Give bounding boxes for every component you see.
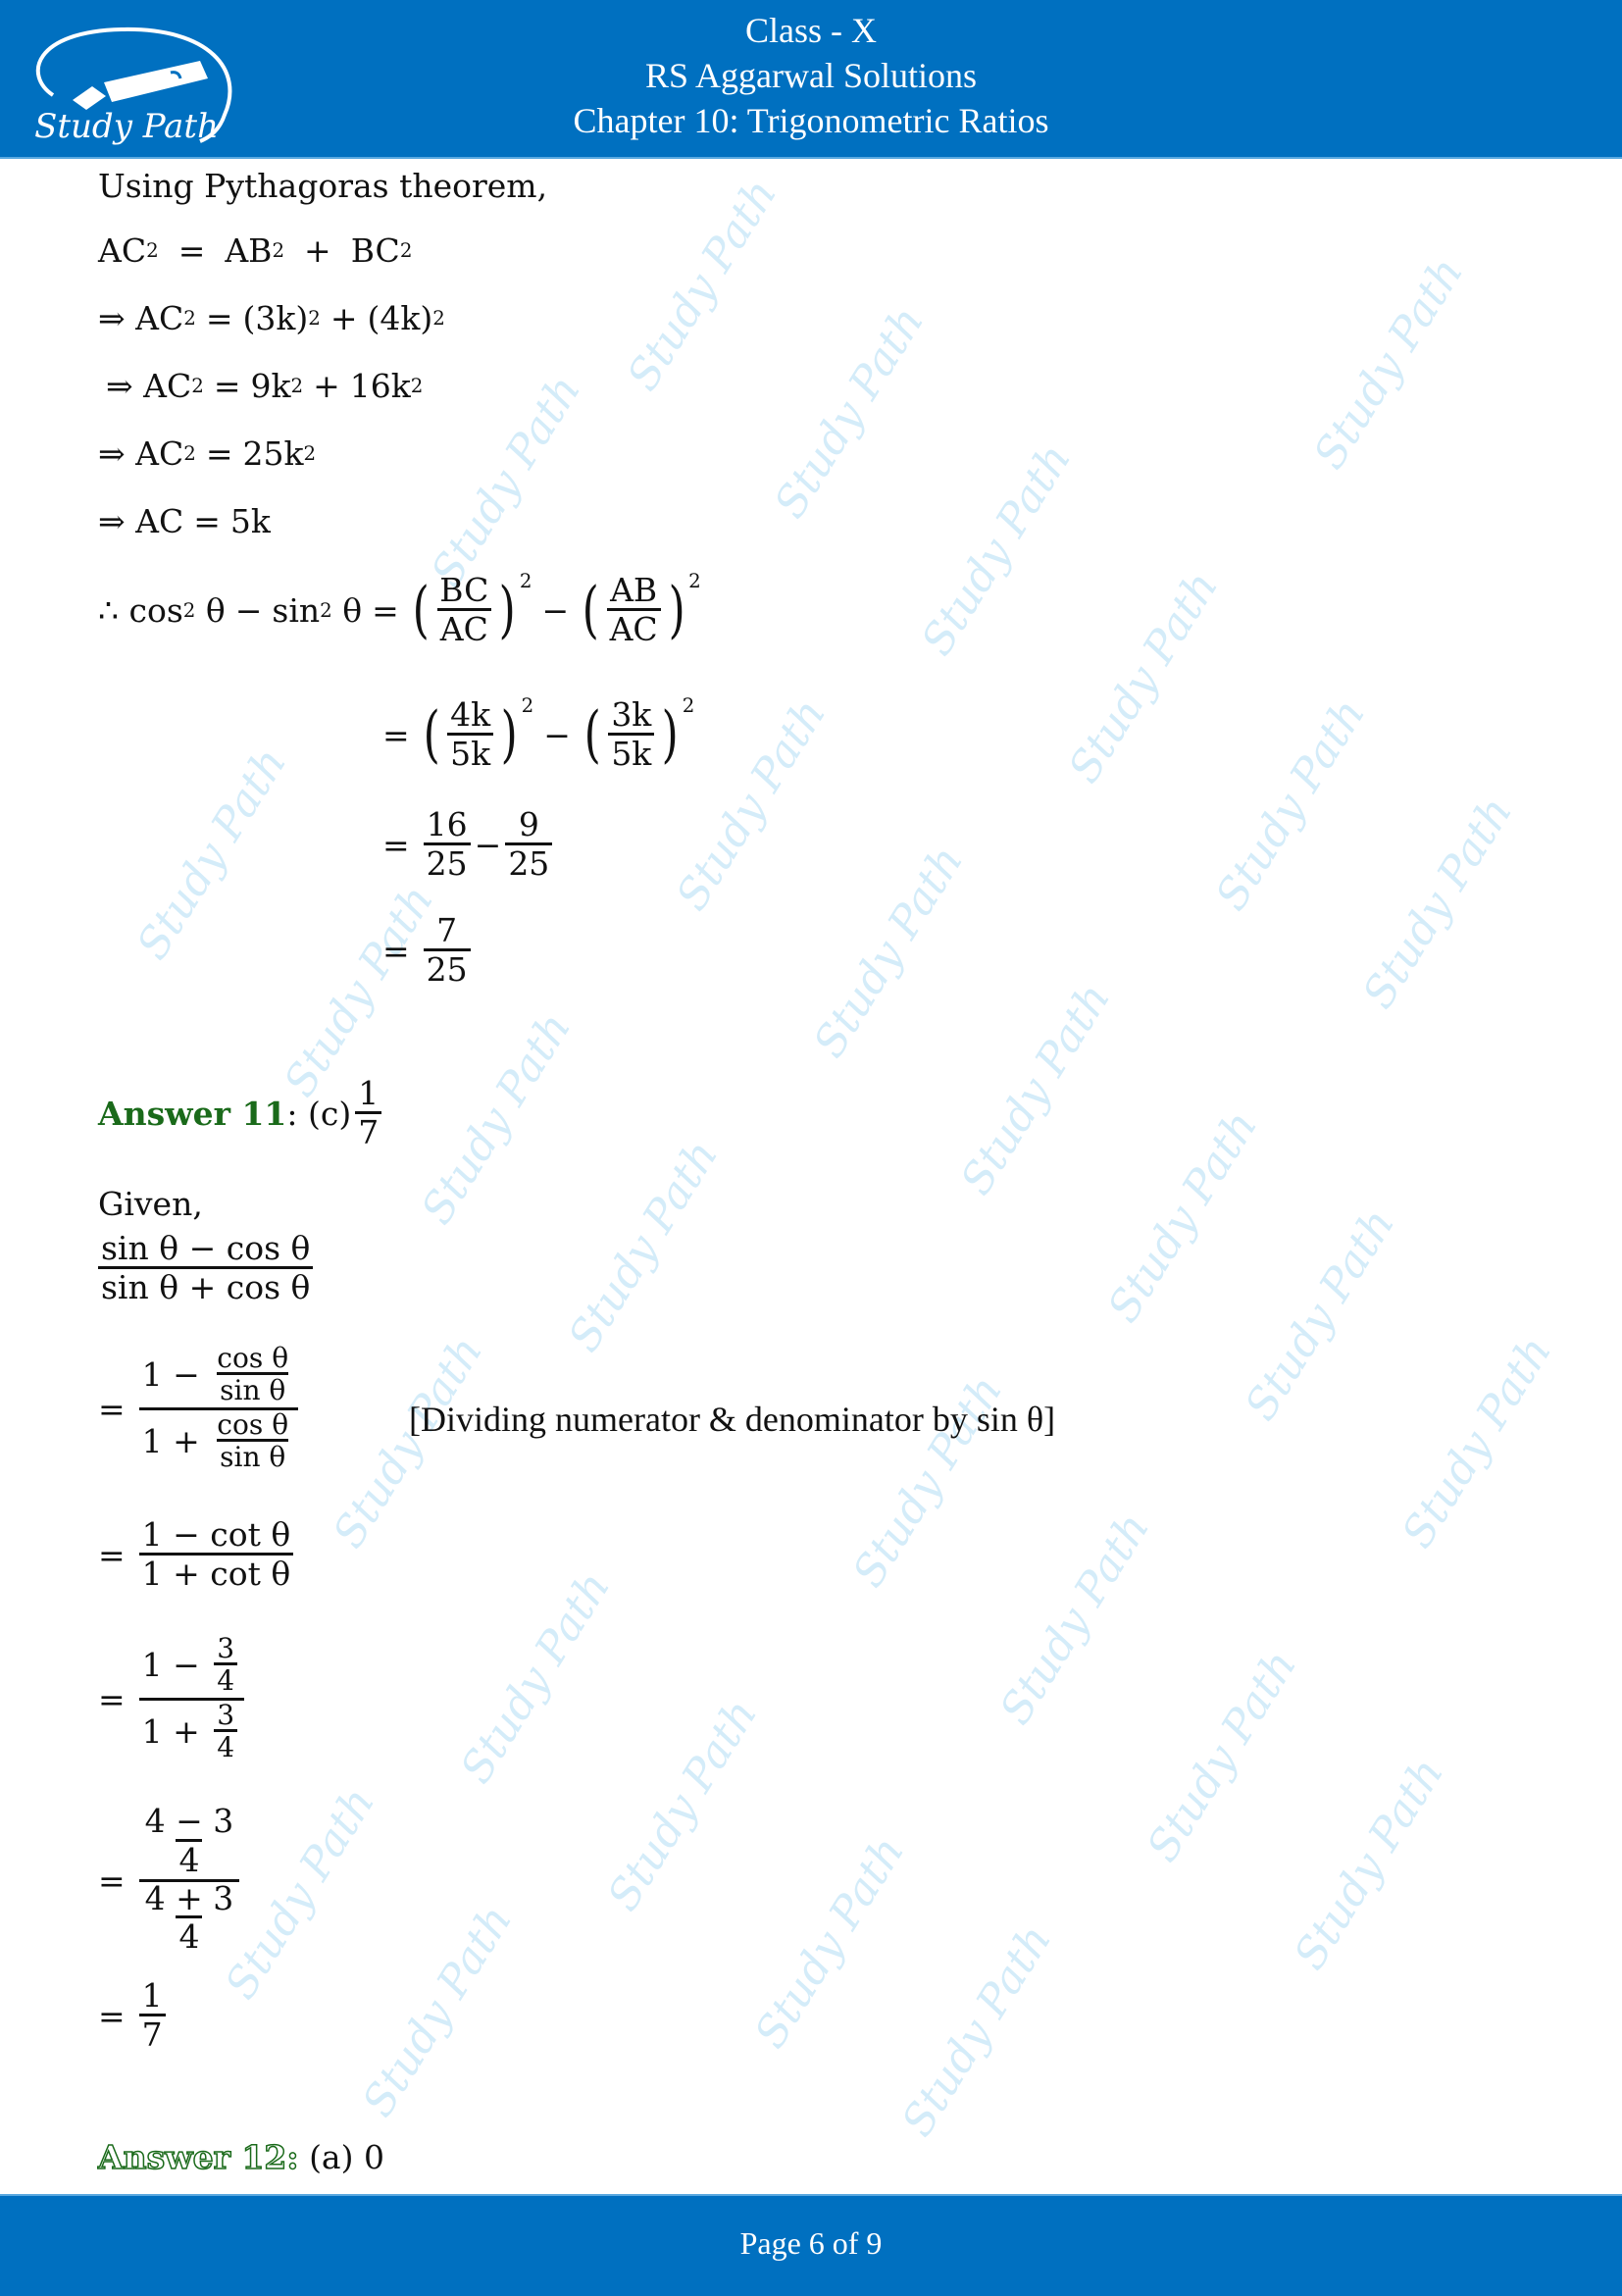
step-note: [Dividing numerator & denominator by sin… xyxy=(409,1400,1056,1439)
term: AB xyxy=(225,231,273,270)
implies-icon: ⇒ xyxy=(98,299,126,337)
term: 25k xyxy=(242,434,304,473)
fraction: 3k 5k xyxy=(608,697,655,773)
equation-step: ⇒ AC = 5k xyxy=(98,502,271,540)
fraction: 17 xyxy=(355,1076,382,1151)
fraction: 1 − cot θ1 + cot θ xyxy=(138,1517,294,1593)
equation-step: = 4 − 34 4 + 34 xyxy=(98,1804,243,1956)
fraction: sin θ − cos θ sin θ + cos θ xyxy=(98,1231,314,1306)
plus-sign: + xyxy=(304,231,331,270)
fraction: 16 25 xyxy=(423,807,471,883)
fraction: 17 xyxy=(138,1978,166,2054)
term: AC xyxy=(135,434,184,473)
answer-12-heading: Answer 12: (a) 0 xyxy=(97,2137,384,2177)
term: (4k) xyxy=(367,299,433,337)
fraction: 9 25 xyxy=(505,807,553,883)
term: AC xyxy=(143,367,192,405)
term: AC xyxy=(98,231,147,270)
implies-icon: ⇒ xyxy=(98,502,126,540)
fraction: AB AC xyxy=(606,573,661,648)
equation-step: = 1 − cos θ sin θ 1 + cos θ sin θ xyxy=(98,1344,302,1473)
theta: θ xyxy=(342,591,363,631)
equation-step: = (4k 5k) 2 − (3k 5k) 2 xyxy=(382,694,695,773)
pythagoras-equation: AC 2 = AB 2 + BC 2 xyxy=(98,231,413,270)
fraction: 7 25 xyxy=(423,913,471,989)
complex-fraction: 1 − 34 1 + 34 xyxy=(138,1634,245,1763)
colon: : xyxy=(286,1095,298,1134)
implies-icon: ⇒ xyxy=(106,367,133,405)
equation-step: = 16 25 − 9 25 xyxy=(373,807,556,883)
implies-icon: ⇒ xyxy=(98,434,126,473)
page-content: Using Pythagoras theorem, AC 2 = AB 2 + BC… xyxy=(0,0,1622,2294)
theta: θ xyxy=(205,591,226,631)
term: BC xyxy=(350,231,400,270)
term: AC xyxy=(135,299,184,337)
answer-option: (a) 0 xyxy=(309,2138,384,2176)
term: AC xyxy=(135,502,184,540)
equation-step: = 1 − 34 1 + 34 xyxy=(98,1634,248,1763)
term: 5k xyxy=(229,502,271,540)
answer-label: Answer 11 xyxy=(98,1095,287,1134)
equation-step: = 1 − cot θ1 + cot θ xyxy=(98,1517,297,1593)
equation-step: ⇒ AC 2 = (3k) 2 + (4k) 2 xyxy=(98,299,445,337)
equation-step: ⇒ AC 2 = 25k 2 xyxy=(98,434,317,473)
equals-sign: = xyxy=(177,231,206,270)
therefore-icon: ∴ xyxy=(98,591,119,631)
term: 16k xyxy=(349,367,411,405)
given-text: Given, xyxy=(98,1185,203,1223)
term: 9k xyxy=(250,367,291,405)
answer-11-heading: Answer 11: (c) 17 xyxy=(98,1076,385,1151)
intro-text: Using Pythagoras theorem, xyxy=(98,167,548,205)
term: sin xyxy=(272,591,321,631)
minus-sign: − xyxy=(234,591,263,631)
answer-option: (c) xyxy=(308,1095,352,1134)
complex-fraction: 4 − 34 4 + 34 xyxy=(138,1804,240,1956)
complex-fraction: 1 − cos θ sin θ 1 + cos θ sin θ xyxy=(138,1344,299,1473)
term: (3k) xyxy=(242,299,309,337)
cos-sin-equation: ∴ cos 2 θ − sin 2 θ = (BC AC) 2 − (AB AC) 2 xyxy=(98,570,701,648)
fraction: BC AC xyxy=(436,573,491,648)
term: cos xyxy=(128,591,183,631)
fraction: 4k 5k xyxy=(447,697,494,773)
equation-step: ⇒ AC 2 = 9k 2 + 16k 2 xyxy=(106,367,424,405)
equals-sign: = xyxy=(372,591,399,631)
equation-result: = 7 25 xyxy=(373,913,475,989)
answer-label: Answer 12: xyxy=(97,2137,299,2177)
equation-result: = 17 xyxy=(98,1978,170,2054)
given-expression: sin θ − cos θ sin θ + cos θ xyxy=(98,1231,314,1306)
